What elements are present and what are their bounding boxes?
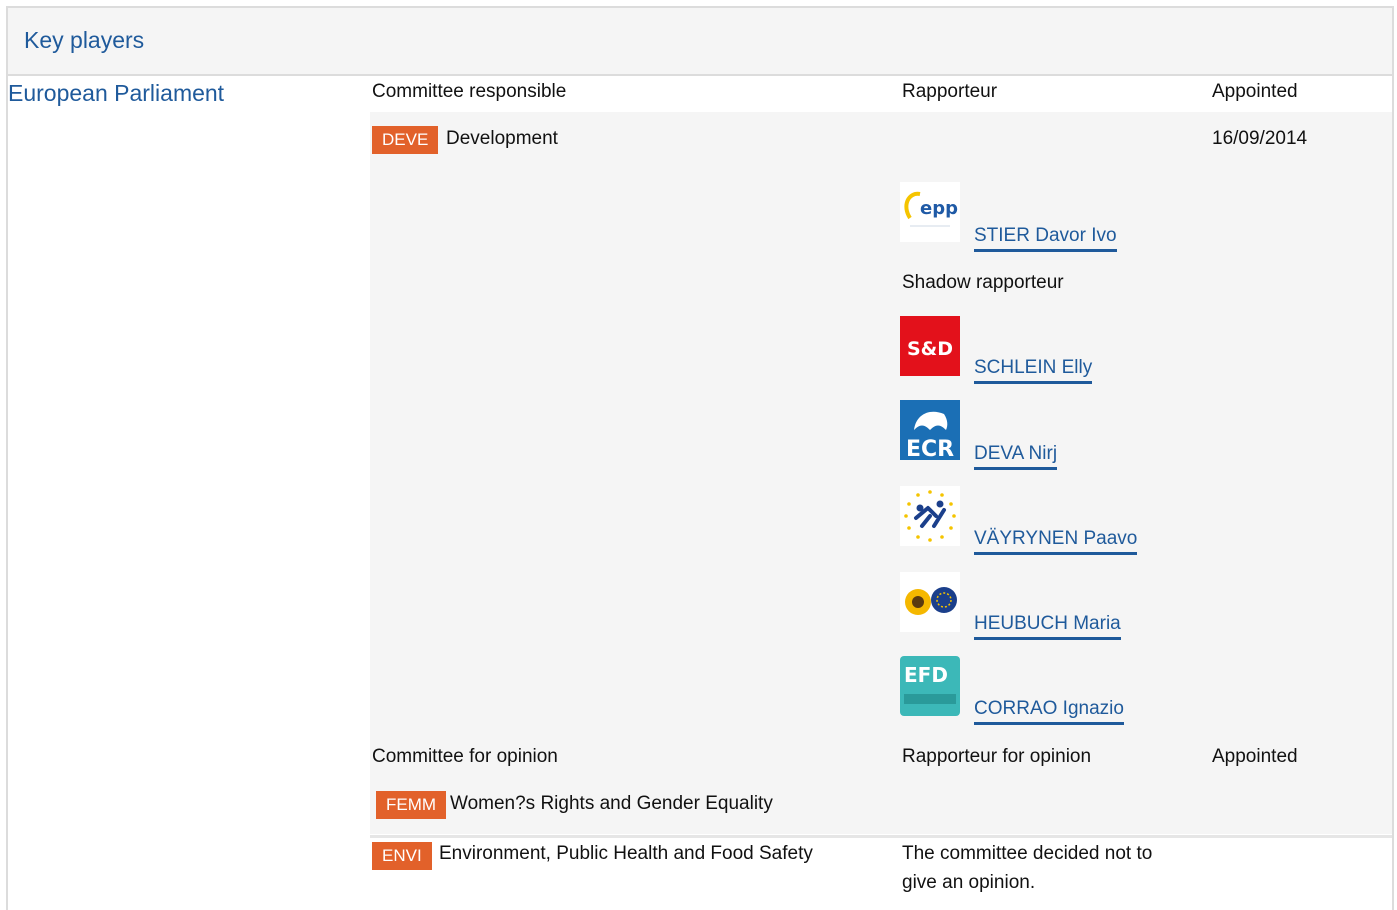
shadow-link-vayrynen[interactable]: VÄYRYNEN Paavo: [974, 528, 1138, 555]
committee-badge-femm[interactable]: FEMM: [376, 791, 447, 819]
opinion-note-line1: The committee decided not to: [902, 843, 1153, 864]
alde-logo-icon: [900, 486, 960, 546]
svg-text:EFD: EFD: [904, 663, 948, 687]
rapporteur-label: Rapporteur: [902, 81, 998, 102]
committee-responsible-label: Committee responsible: [372, 81, 567, 102]
committee-name-femm: Women?s Rights and Gender Equality: [450, 793, 773, 814]
shadow-link-deva[interactable]: DEVA Nirj: [974, 443, 1058, 470]
committee-panel: [370, 112, 1392, 834]
section-title: Key players: [24, 27, 145, 53]
key-players-header: Key players: [8, 8, 1392, 76]
svg-text:ECR: ECR: [906, 437, 954, 460]
row-divider: [370, 835, 1392, 838]
appointed-opinion-label: Appointed: [1212, 746, 1298, 767]
committee-name-envi: Environment, Public Health and Food Safe…: [439, 843, 813, 864]
committee-opinion-label: Committee for opinion: [372, 746, 558, 767]
svg-text:S&D: S&D: [907, 338, 953, 360]
epp-logo-icon: epp: [900, 182, 960, 242]
shadow-rapporteur-label: Shadow rapporteur: [902, 272, 1064, 293]
committee-name: Development: [446, 128, 558, 149]
appointed-date: 16/09/2014: [1212, 128, 1308, 149]
greens-efa-logo-icon: [900, 572, 960, 632]
committee-badge-envi[interactable]: ENVI: [372, 842, 432, 870]
shadow-link-heubuch[interactable]: HEUBUCH Maria: [974, 613, 1121, 640]
sd-logo-icon: S&D: [900, 316, 960, 376]
institution-name: European Parliament: [8, 80, 225, 106]
svg-text:epp: epp: [920, 198, 958, 219]
shadow-link-schlein[interactable]: SCHLEIN Elly: [974, 357, 1093, 384]
appointed-label: Appointed: [1212, 81, 1298, 102]
opinion-note-line2: give an opinion.: [902, 872, 1036, 893]
shadow-link-corrao[interactable]: CORRAO Ignazio: [974, 698, 1124, 725]
committee-badge-deve[interactable]: DEVE: [372, 126, 439, 154]
rapporteur-link-stier[interactable]: STIER Davor Ivo: [974, 225, 1117, 252]
rapporteur-opinion-label: Rapporteur for opinion: [902, 746, 1092, 767]
efdd-logo-icon: EFD: [900, 656, 960, 716]
ecr-logo-icon: ECR: [900, 400, 960, 460]
